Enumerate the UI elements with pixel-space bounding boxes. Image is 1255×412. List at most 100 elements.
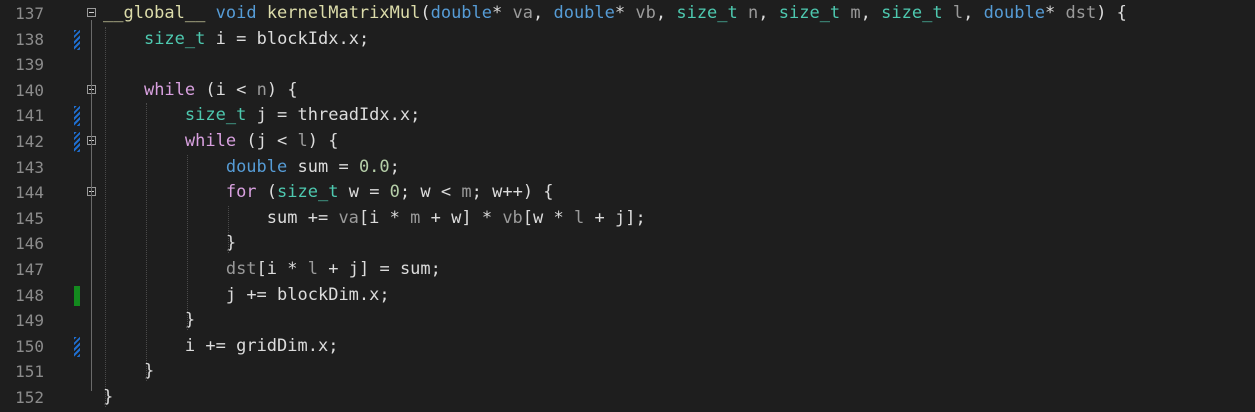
line-number: 150 (15, 336, 44, 356)
code-text: __global__ void kernelMatrixMul(double* … (103, 1, 1127, 27)
code-token: for (225, 182, 257, 203)
indent-guide (227, 205, 229, 253)
code-token: = (225, 28, 257, 49)
code-line[interactable]: 137 __global__ void kernelMatrixMul(doubl… (0, 1, 1255, 27)
code-token: w (451, 207, 462, 228)
code-token: . (307, 335, 318, 356)
code-token: blockIdx (256, 28, 339, 49)
code-token: . (358, 284, 370, 305)
code-token: ; (399, 182, 421, 203)
code-token: += (195, 335, 237, 356)
code-token: , (655, 3, 677, 23)
code-token: ; (410, 105, 421, 126)
code-line[interactable]: 148 j += blockDim.x; (0, 283, 1255, 309)
code-token: ; (430, 259, 441, 279)
code-line[interactable]: 140 while (i < n) { (0, 78, 1255, 104)
line-number: 138 (15, 29, 44, 49)
code-line[interactable]: 149 } (0, 308, 1255, 334)
code-token: ] = (358, 259, 400, 279)
line-number: 144 (15, 183, 44, 203)
code-text: while (i < n) { (103, 78, 298, 104)
code-line[interactable]: 147 dst[i * l + j] = sum; (0, 257, 1255, 283)
code-token: sum (297, 156, 329, 177)
code-line[interactable]: 142 while (j < l) { (0, 129, 1255, 155)
code-token: = (328, 156, 359, 177)
modified-line-marker (74, 29, 80, 50)
code-token: * (1044, 3, 1066, 23)
code-text: double sum = 0.0; (103, 155, 400, 181)
indent-guide (145, 103, 147, 381)
code-token: m (461, 182, 472, 203)
code-line[interactable]: 143 double sum = 0.0; (0, 155, 1255, 181)
code-token: [ (358, 207, 370, 228)
code-token: vb (502, 207, 523, 228)
code-token: 0.0 (358, 156, 390, 177)
code-line[interactable]: 138 size_t i = blockIdx.x; (0, 27, 1255, 53)
code-token: < (225, 79, 257, 100)
code-token: ( (195, 79, 216, 100)
code-token: , (860, 3, 882, 23)
code-token: = (266, 105, 298, 126)
code-token: dst (225, 259, 257, 279)
code-editor[interactable]: 137 __global__ void kernelMatrixMul(doubl… (0, 0, 1255, 412)
code-token: n (256, 79, 267, 100)
code-token: threadIdx (297, 105, 390, 126)
code-token: va (338, 207, 359, 228)
code-token: size_t (184, 105, 247, 126)
line-number: 148 (15, 285, 44, 305)
code-line[interactable]: 144 for (size_t w = 0; w < m; w++) { (0, 180, 1255, 206)
code-token: x (348, 28, 359, 49)
code-text: } (103, 308, 195, 334)
code-token: size_t (778, 3, 841, 23)
code-line[interactable]: 152} (0, 385, 1255, 411)
code-token: , (532, 3, 554, 23)
code-token: double (983, 3, 1045, 23)
code-token: l (307, 259, 319, 279)
code-token: x (318, 335, 329, 356)
code-line[interactable]: 146 } (0, 231, 1255, 257)
line-number: 141 (15, 106, 44, 126)
code-token: l (952, 3, 964, 23)
code-token: w (348, 182, 359, 203)
code-token: sum (399, 259, 431, 279)
code-token: * (492, 3, 513, 23)
code-token: + (318, 259, 349, 279)
code-line[interactable]: 145 sum += va[i * m + w] * vb[w * l + j]… (0, 206, 1255, 232)
added-line-marker (74, 285, 80, 306)
code-line[interactable]: 139 (0, 52, 1255, 78)
indent-guide (186, 154, 188, 330)
code-token: ; (379, 284, 390, 305)
code-text: size_t i = blockIdx.x; (103, 27, 369, 53)
code-token: double (430, 3, 493, 23)
code-token: __global__ (103, 3, 206, 23)
code-line[interactable]: 141 size_t j = threadIdx.x; (0, 103, 1255, 129)
code-token: ++) { (502, 182, 554, 203)
code-token: * (543, 207, 575, 228)
code-line[interactable]: 150 i += gridDim.x; (0, 334, 1255, 360)
line-number: 143 (15, 157, 44, 177)
collapse-icon[interactable] (87, 8, 96, 17)
indent-guide (105, 26, 106, 407)
code-token: ; (358, 28, 370, 49)
code-token: ) { (1096, 3, 1127, 23)
line-number: 152 (15, 388, 44, 407)
code-token: vb (635, 3, 656, 23)
fold-margin-line (91, 20, 92, 392)
line-number: 139 (15, 55, 44, 75)
code-token: n (748, 3, 759, 23)
code-token: , (758, 3, 779, 23)
line-number: 151 (15, 362, 44, 382)
code-token: size_t (277, 182, 339, 203)
code-token: + (420, 207, 452, 228)
code-token: void (215, 3, 257, 23)
code-line[interactable]: 151 } (0, 359, 1255, 385)
